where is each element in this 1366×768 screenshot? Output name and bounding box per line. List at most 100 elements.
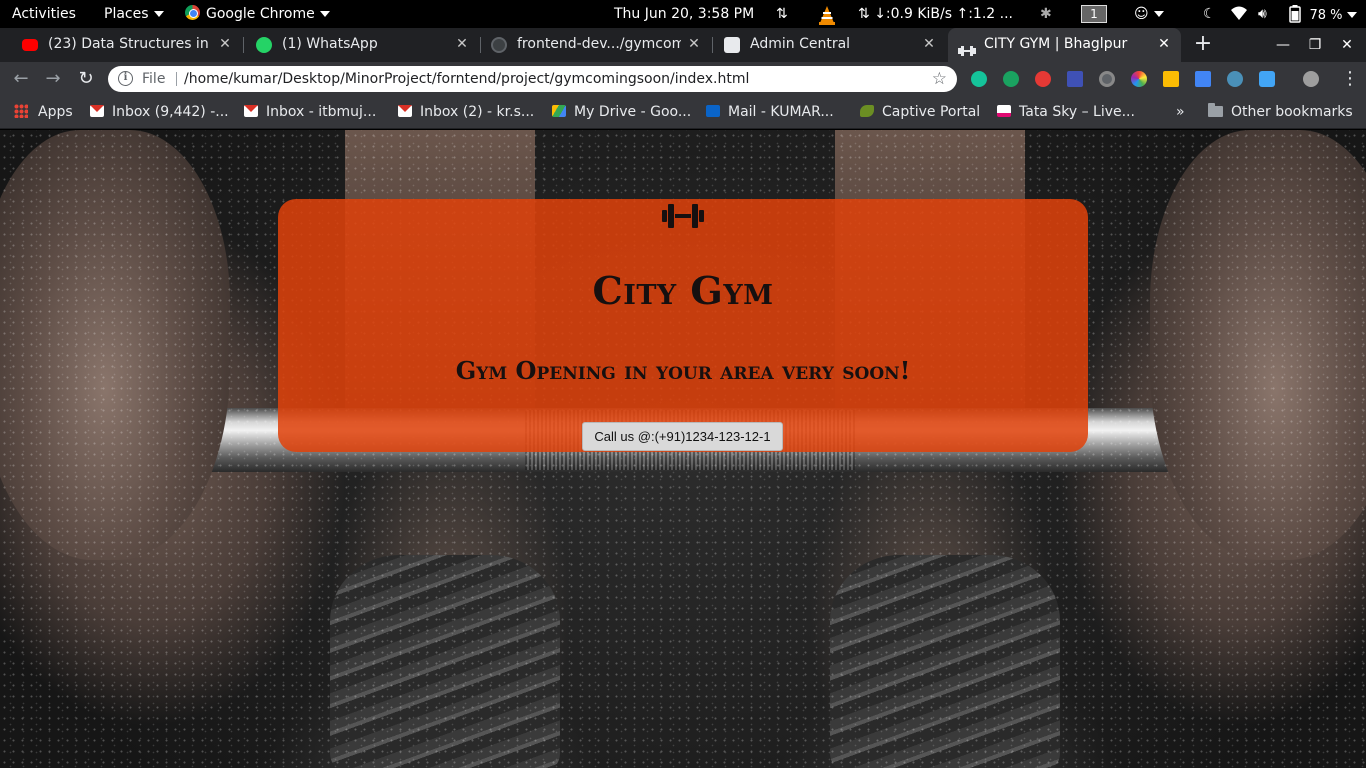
bookmark-label: Mail - KUMAR... (728, 104, 834, 120)
bookmark-apps[interactable]: Apps (14, 96, 73, 128)
call-us-button[interactable]: Call us @:(+91)1234-123-12-1 (582, 422, 783, 451)
google-drive-icon (552, 105, 566, 117)
bookmark-star-icon[interactable]: ☆ (932, 66, 947, 92)
workspace-indicator[interactable]: 1 (1081, 5, 1107, 23)
places-menu[interactable]: Places (104, 0, 164, 28)
close-icon[interactable]: ✕ (453, 28, 471, 60)
page-viewport: City Gym Gym Opening in your area very s… (0, 130, 1366, 768)
profile-avatar[interactable] (1303, 71, 1319, 87)
tab-whatsapp[interactable]: (1) WhatsApp ✕ (246, 28, 479, 62)
bookmark-item[interactable]: Inbox - itbmuj... (244, 96, 376, 128)
sync-arrows-icon[interactable]: ⇅ (776, 5, 788, 23)
new-tab-button[interactable]: + (1190, 28, 1216, 62)
vlc-cone-icon (819, 6, 835, 25)
folder-icon (1208, 103, 1223, 117)
chevron-down-icon (1153, 11, 1164, 17)
close-icon[interactable]: ✕ (1155, 28, 1173, 60)
battery-label: 78 % (1309, 8, 1343, 23)
battery-indicator[interactable]: 78 % (1289, 5, 1358, 23)
minimize-button[interactable]: — (1268, 28, 1298, 62)
volume-icon[interactable]: 🔊︎ (1258, 5, 1267, 23)
bookmark-label: Other bookmarks (1231, 104, 1353, 120)
wifi-signal-icon (1231, 6, 1247, 20)
page-title: City Gym (592, 268, 774, 313)
divider (176, 72, 177, 86)
tatasky-icon (997, 105, 1011, 117)
bookmark-item[interactable]: Captive Portal (860, 96, 980, 128)
close-window-button[interactable]: ✕ (1332, 28, 1362, 62)
record-extension-icon[interactable] (1099, 71, 1115, 87)
close-icon[interactable]: ✕ (920, 28, 938, 60)
bookmark-label: Inbox (9,442) -... (112, 104, 229, 120)
bookmark-label: Inbox (2) - kr.s... (420, 104, 535, 120)
extension-blue-icon[interactable] (1227, 71, 1243, 87)
more-menu-icon[interactable]: ⋮ (1340, 62, 1360, 96)
accessibility-icon[interactable]: ☺ (1134, 5, 1164, 23)
extension-yellow-icon[interactable] (1163, 71, 1179, 87)
network-speed-label: ↓:0.9 KiB/s ↑:1.2 ... (874, 6, 1013, 22)
tab-admin-central[interactable]: Admin Central ✕ (714, 28, 946, 62)
bookmark-label: My Drive - Goo... (574, 104, 692, 120)
app-menu[interactable]: Google Chrome (185, 0, 330, 28)
apps-grid-icon (14, 104, 28, 118)
gmail-icon (244, 105, 258, 117)
url-text[interactable]: /home/kumar/Desktop/MinorProject/fornten… (184, 66, 749, 92)
tab-separator (712, 37, 713, 53)
reload-button[interactable]: ↻ (71, 62, 101, 96)
battery-icon (1289, 5, 1301, 23)
tab-youtube[interactable]: (23) Data Structures in Py ✕ (12, 28, 242, 62)
gmail-icon (398, 105, 412, 117)
bookmark-item[interactable]: Mail - KUMAR... (706, 96, 834, 128)
grammarly-icon[interactable] (971, 71, 987, 87)
bookmark-item[interactable]: Inbox (2) - kr.s... (398, 96, 534, 128)
translate-extension-icon[interactable] (1195, 71, 1211, 87)
bookmark-label: Inbox - itbmuj... (266, 104, 377, 120)
dumbbell-icon (958, 38, 976, 56)
clock[interactable]: Thu Jun 20, 3:58 PM (614, 0, 754, 28)
bookmark-label: Captive Portal (882, 104, 981, 120)
close-icon[interactable]: ✕ (216, 28, 234, 60)
github-icon (491, 37, 507, 53)
hand-extension-icon[interactable] (1003, 71, 1019, 87)
forward-button[interactable]: → (38, 62, 68, 96)
chevron-down-icon (1347, 12, 1358, 18)
activities-button[interactable]: Activities (12, 0, 76, 28)
info-icon[interactable]: i (118, 71, 133, 86)
maximize-button[interactable]: ❐ (1300, 28, 1330, 62)
tab-label: (23) Data Structures in Py (48, 36, 212, 52)
other-bookmarks[interactable]: Other bookmarks (1208, 96, 1353, 128)
bookmark-item[interactable]: Inbox (9,442) -... (90, 96, 229, 128)
network-speed-indicator[interactable]: ⇅ ↓:0.9 KiB/s ↑:1.2 ... (858, 0, 1013, 28)
scheme-label: File (142, 71, 166, 87)
address-bar[interactable]: i File /home/kumar/Desktop/MinorProject/… (108, 66, 957, 92)
bookmark-item[interactable]: Tata Sky – Live... (997, 96, 1135, 128)
adblock-icon[interactable] (1035, 71, 1051, 87)
vlc-icon[interactable] (818, 5, 836, 25)
tab-github[interactable]: frontend-dev.../gymcoming ✕ (481, 28, 711, 62)
dumbbell-logo-icon (662, 204, 704, 228)
color-picker-icon[interactable] (1131, 71, 1147, 87)
close-icon[interactable]: ✕ (685, 28, 703, 60)
tab-city-gym[interactable]: CITY GYM | Bhaglpur ✕ (948, 28, 1181, 62)
chrome-icon (185, 5, 200, 20)
bookmark-label: Apps (38, 104, 73, 120)
admin-icon (724, 37, 740, 53)
tab-label: Admin Central (750, 36, 851, 52)
bookmark-item[interactable]: My Drive - Goo... (552, 96, 691, 128)
bookmark-overflow-button[interactable]: » (1176, 96, 1185, 128)
wifi-icon[interactable] (1230, 5, 1248, 23)
g-extension-icon[interactable] (1259, 71, 1275, 87)
page-subtitle: Gym Opening in your area very soon! (455, 356, 911, 385)
tab-label: frontend-dev.../gymcoming (517, 36, 681, 52)
bluetooth-icon[interactable]: ✱ (1040, 5, 1052, 23)
portal-icon (860, 105, 874, 117)
updown-arrows-icon: ⇅ (858, 6, 870, 22)
screenshot-extension-icon[interactable] (1067, 71, 1083, 87)
app-menu-label: Google Chrome (206, 6, 315, 22)
bookmark-label: Tata Sky – Live... (1019, 104, 1135, 120)
gmail-icon (90, 105, 104, 117)
browser-toolbar: ← → ↻ i File /home/kumar/Desktop/MinorPr… (0, 62, 1366, 96)
back-button[interactable]: ← (6, 62, 36, 96)
night-light-icon[interactable]: ☾ (1203, 5, 1216, 23)
system-top-bar: Activities Places Google Chrome Thu Jun … (0, 0, 1366, 28)
